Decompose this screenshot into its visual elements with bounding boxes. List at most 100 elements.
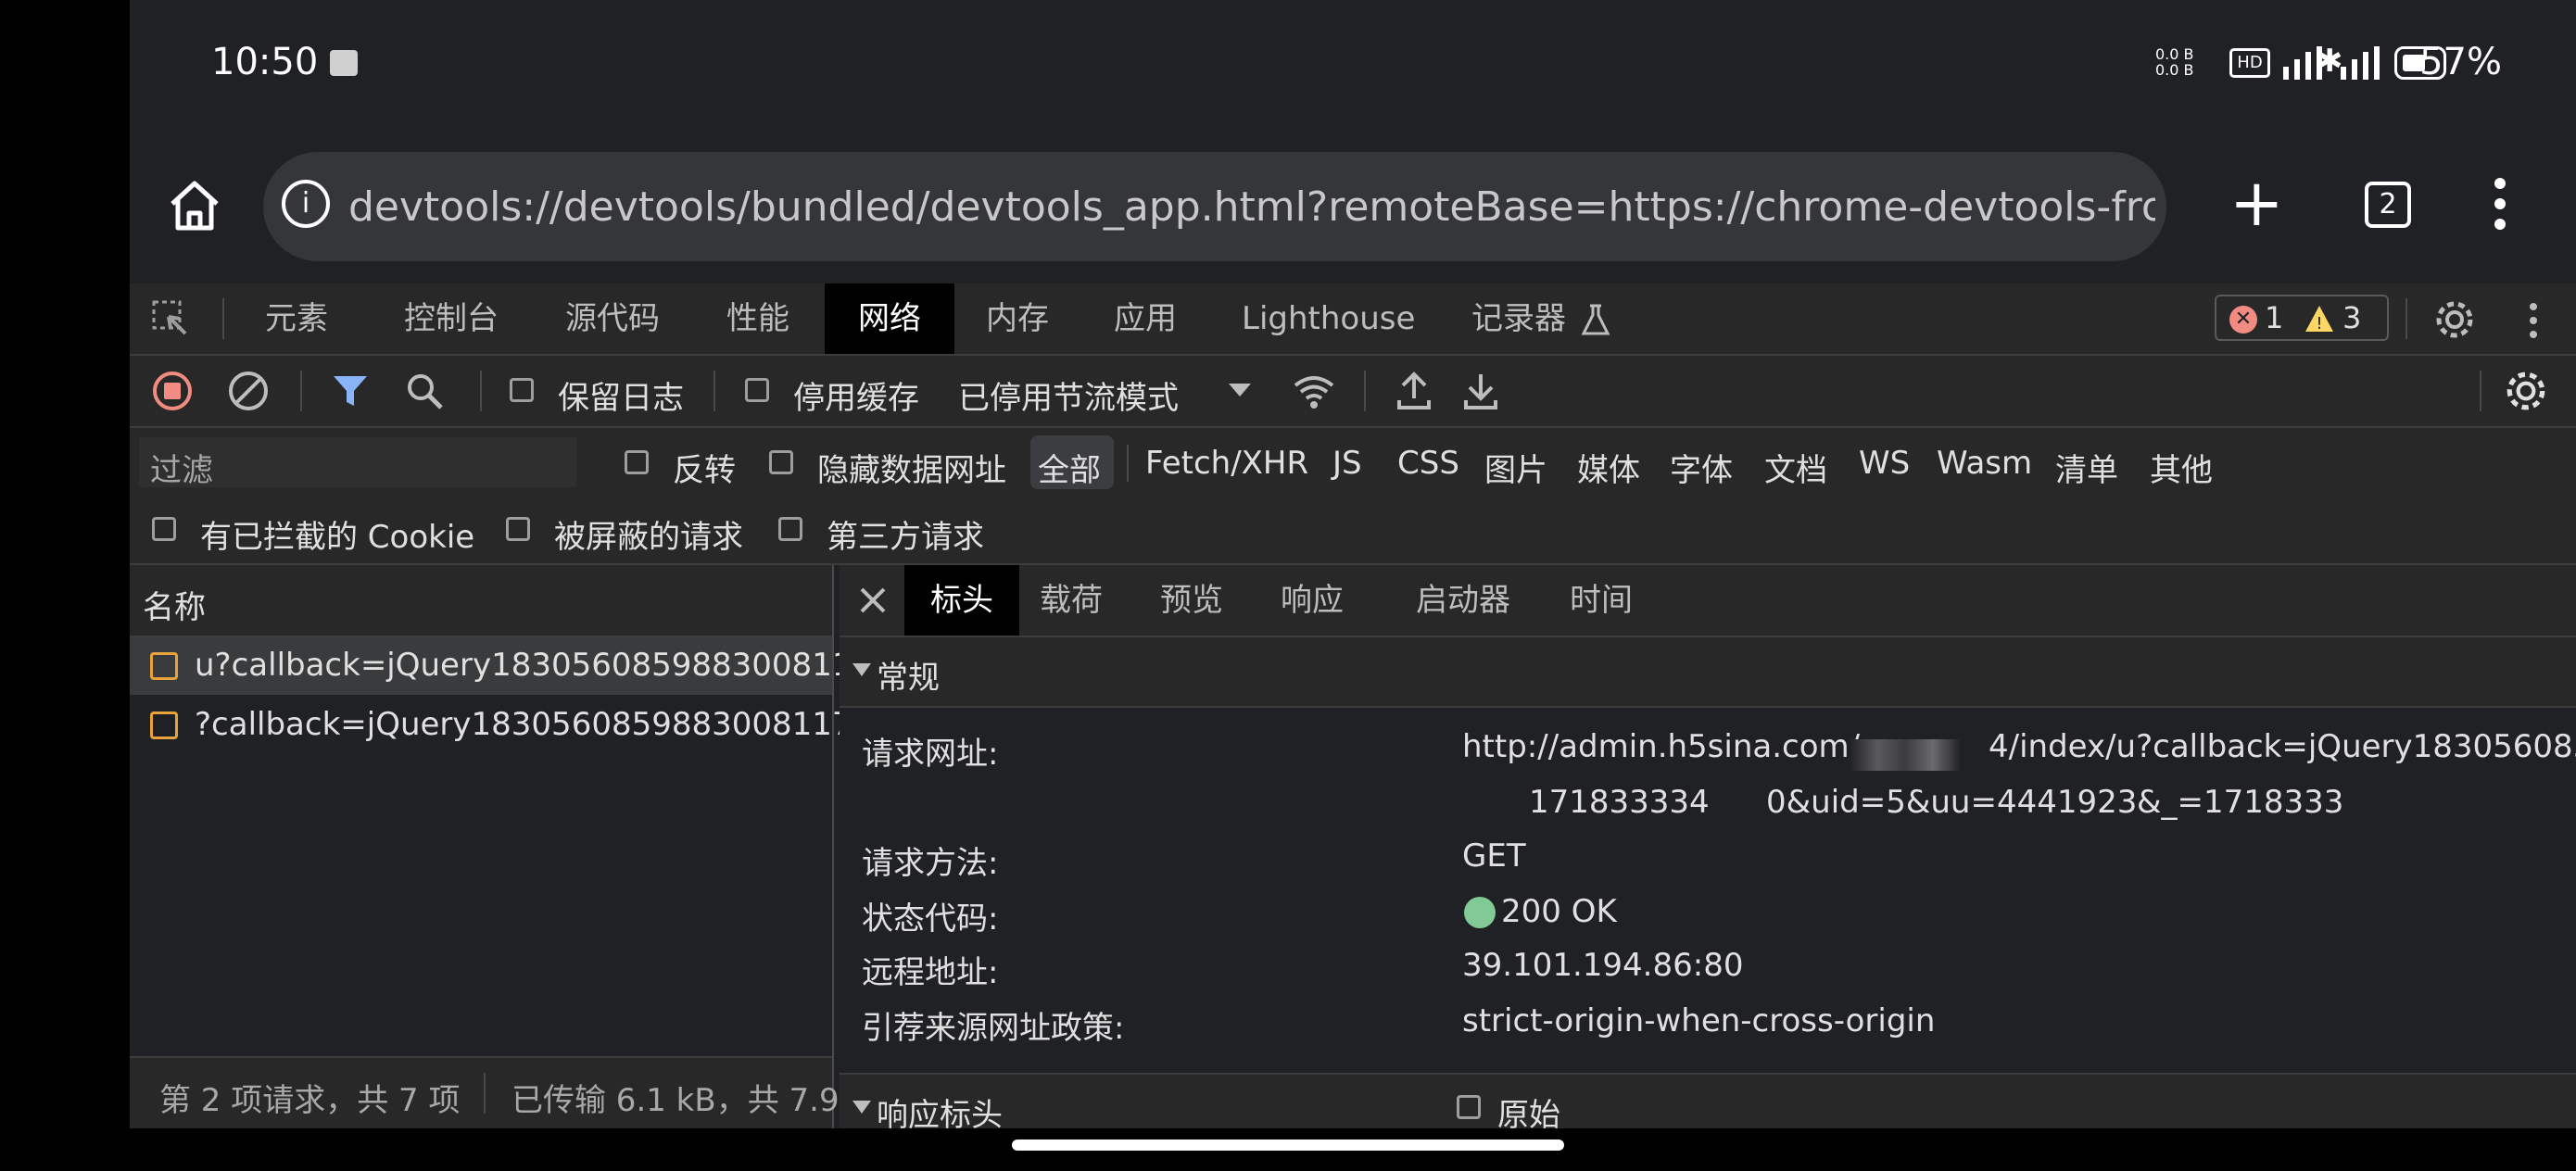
blocked-cookies-checkbox[interactable] [152, 517, 176, 541]
devtools-menu-icon[interactable] [2528, 302, 2539, 339]
redacted-area [1850, 739, 1961, 771]
status-code-label: 状态代码: [862, 900, 999, 938]
preserve-log-checkbox[interactable] [510, 378, 534, 402]
url-text[interactable]: devtools://devtools/bundled/devtools_app… [348, 183, 2155, 231]
type-wasm[interactable]: Wasm [1937, 445, 2032, 482]
request-method-value: GET [1462, 837, 1526, 875]
tab-network[interactable]: 网络 [825, 283, 954, 354]
tab-sources[interactable]: 源代码 [543, 283, 682, 354]
site-info-icon[interactable]: i [282, 180, 330, 228]
clock: 10:50 [211, 41, 319, 83]
request-url-value-part2: 4/index/u?callback=jQuery18305608598 [1989, 728, 2576, 765]
hide-data-urls-checkbox[interactable] [769, 450, 793, 474]
signal-icon [2278, 46, 2333, 80]
type-ws[interactable]: WS [1859, 445, 1910, 482]
request-method-label: 请求方法: [862, 845, 999, 882]
clear-icon[interactable] [228, 371, 269, 411]
type-css[interactable]: CSS [1397, 445, 1459, 482]
raw-checkbox[interactable] [1457, 1095, 1481, 1119]
type-manifest[interactable]: 清单 [2055, 445, 2118, 490]
record-stop-icon[interactable] [152, 371, 193, 411]
tab-lighthouse[interactable]: Lighthouse [1219, 283, 1437, 354]
general-section-header[interactable]: 常规 [840, 637, 2576, 708]
error-icon: ✕ [2229, 306, 2257, 334]
request-name: ?callback=jQuery183056085988300811​7… [195, 706, 884, 743]
type-all[interactable]: 全部 [1030, 435, 1114, 489]
tab-performance[interactable]: 性能 [704, 283, 812, 354]
tab-application[interactable]: 应用 [1092, 283, 1199, 354]
type-img[interactable]: 图片 [1484, 445, 1547, 490]
tab-switcher-button[interactable]: 2 [2365, 182, 2411, 228]
tab-initiator[interactable]: 启动器 [1395, 565, 1531, 636]
invert-checkbox[interactable] [625, 450, 649, 474]
tab-recorder[interactable]: 记录器 [1449, 283, 1588, 354]
new-tab-icon[interactable]: + [2229, 170, 2284, 235]
notification-icon [330, 50, 358, 76]
request-count: 第 2 项请求，共 7 项 [159, 1082, 461, 1119]
status-code-value: 200 OK [1501, 893, 1617, 930]
tab-preview[interactable]: 预览 [1140, 565, 1244, 636]
general-section-title: 常规 [877, 660, 940, 697]
request-url-line2-a: 171833334 [1529, 784, 1710, 821]
devtools-panel: 元素 控制台 源代码 性能 网络 内存 应用 Lighthouse 记录器 ✕ … [130, 283, 2576, 1128]
network-settings-icon[interactable] [2504, 369, 2548, 413]
browser-toolbar: i devtools://devtools/bundled/devtools_a… [130, 139, 2576, 278]
hide-data-urls-label: 隐藏数据网址 [817, 452, 1006, 489]
request-list: 名称 u?callback=jQuery183056085988300811… … [130, 565, 884, 1128]
tab-elements[interactable]: 元素 [243, 283, 350, 354]
invert-label: 反转 [673, 452, 736, 489]
tab-headers[interactable]: 标头 [904, 565, 1019, 636]
signal-icon-2 [2335, 46, 2391, 80]
blocked-requests-checkbox[interactable] [506, 517, 530, 541]
type-js[interactable]: JS [1332, 445, 1362, 482]
network-toolbar: 保留日志 停用缓存 已停用节流模式 [130, 356, 2576, 428]
type-font[interactable]: 字体 [1670, 445, 1733, 490]
request-row[interactable]: ?callback=jQuery183056085988300811​7… [130, 697, 884, 754]
export-har-icon[interactable] [1462, 371, 1499, 411]
remote-address-label: 远程地址: [862, 954, 999, 991]
filter-icon[interactable] [332, 372, 369, 409]
tab-response[interactable]: 响应 [1260, 565, 1364, 636]
third-party-checkbox[interactable] [778, 517, 802, 541]
type-media[interactable]: 媒体 [1577, 445, 1640, 490]
inspect-element-icon[interactable] [152, 300, 189, 337]
throttling-select[interactable]: 已停用节流模式 [958, 372, 1179, 418]
gesture-home-bar[interactable] [1012, 1140, 1564, 1151]
third-party-label: 第三方请求 [827, 519, 984, 556]
tab-console[interactable]: 控制台 [382, 283, 521, 354]
type-doc[interactable]: 文档 [1764, 445, 1827, 490]
preserve-log-label: 保留日志 [558, 380, 684, 417]
chevron-down-icon[interactable] [1229, 384, 1251, 398]
tab-timing[interactable]: 时间 [1549, 565, 1653, 636]
type-fetch-xhr[interactable]: Fetch/XHR [1145, 445, 1308, 482]
warning-icon: ! [2304, 304, 2335, 334]
status-footer: 第 2 项请求，共 7 项 已传输 6.1 kB，共 7.9 [130, 1056, 840, 1128]
name-column-header[interactable]: 名称 [143, 582, 206, 627]
close-icon[interactable] [854, 582, 891, 619]
network-conditions-icon[interactable] [1292, 372, 1336, 409]
referrer-policy-value: strict-origin-when-cross-origin [1462, 1002, 1936, 1039]
blocked-cookies-label: 有已拦截的 Cookie [200, 519, 475, 556]
settings-gear-icon[interactable] [2433, 298, 2476, 341]
tab-memory[interactable]: 内存 [964, 283, 1071, 354]
address-bar[interactable]: i devtools://devtools/bundled/devtools_a… [263, 152, 2166, 261]
referrer-policy-label: 引荐来源网址政策: [862, 1010, 1125, 1047]
response-headers-title: 响应标头 [877, 1097, 1003, 1128]
request-name: u?callback=jQuery183056085988300811… [195, 647, 884, 684]
disable-cache-checkbox[interactable] [745, 378, 769, 402]
svg-text:!: ! [2316, 314, 2322, 334]
tab-payload[interactable]: 载荷 [1019, 565, 1123, 636]
type-other[interactable]: 其他 [2150, 445, 2213, 490]
transfer-size: 已传输 6.1 kB，共 7.9 [511, 1082, 840, 1119]
home-icon[interactable] [163, 174, 226, 237]
issues-counter[interactable]: ✕ 1 ! 3 [2215, 295, 2389, 341]
filter-input[interactable]: 过滤 [139, 437, 576, 489]
more-menu-icon[interactable] [2493, 176, 2507, 232]
import-har-icon[interactable] [1395, 371, 1433, 411]
search-icon[interactable] [406, 372, 443, 409]
status-bar: 10:50 ✱ 0.0 B 0.0 B HD 57% [130, 0, 2576, 133]
response-headers-section-header[interactable]: 响应标头 原始 [840, 1073, 2576, 1128]
request-row[interactable]: u?callback=jQuery183056085988300811… [130, 637, 883, 695]
request-url-line2-c: &_=1718333 [2137, 784, 2344, 821]
status-dot-icon [1464, 897, 1496, 928]
